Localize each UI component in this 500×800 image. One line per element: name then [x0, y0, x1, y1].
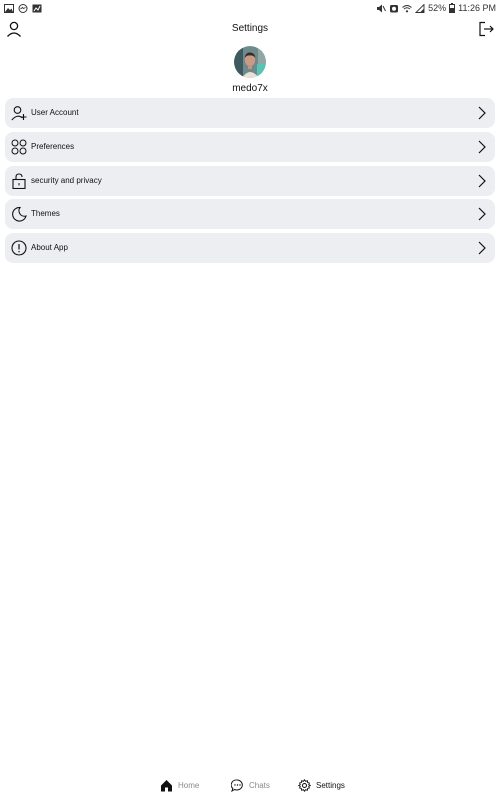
alarm-icon [390, 4, 399, 12]
menu-item-themes[interactable]: Themes [5, 199, 495, 230]
status-bar-right: 52% 11:26 PM [376, 3, 496, 13]
username: medo7x [232, 83, 268, 94]
menu-item-label: Preferences [31, 141, 75, 151]
logout-icon [479, 21, 494, 37]
gear-icon [298, 778, 311, 792]
battery-icon [449, 3, 456, 13]
chart-icon [32, 4, 42, 12]
menu-item-label: Themes [31, 209, 60, 219]
logout-button[interactable] [477, 20, 495, 38]
menu-item-label: security and privacy [31, 175, 102, 185]
chevron-right-icon [478, 106, 486, 120]
mute-icon [377, 4, 387, 12]
status-time: 11:26 PM [458, 3, 496, 13]
nav-home[interactable]: Home [160, 776, 199, 794]
home-icon [161, 779, 172, 791]
grid-circles-icon [11, 139, 27, 155]
moon-icon [12, 207, 27, 222]
menu-item-preferences[interactable]: Preferences [5, 131, 495, 162]
chevron-right-icon [478, 140, 486, 154]
wifi-icon [402, 4, 412, 12]
top-bar: Settings [0, 18, 500, 40]
settings-menu: User Account Preferences security and pr… [5, 98, 495, 267]
image-icon [4, 3, 14, 13]
chat-icon [231, 778, 243, 792]
avatar[interactable] [234, 46, 266, 78]
avatar-image [234, 46, 266, 78]
menu-item-label: About App [31, 243, 68, 253]
menu-item-security-privacy[interactable]: security and privacy [5, 165, 495, 196]
chevron-right-icon [478, 207, 486, 221]
page-title: Settings [231, 23, 269, 34]
menu-item-user-account[interactable]: User Account [5, 98, 495, 128]
chevron-right-icon [478, 241, 486, 255]
status-bar: 52% 11:26 PM [0, 0, 500, 16]
nav-chats[interactable]: Chats [231, 776, 270, 794]
nav-settings[interactable]: Settings [298, 776, 345, 794]
user-add-icon [11, 106, 27, 121]
nav-settings-label: Settings [316, 780, 345, 790]
battery-percent: 52% [428, 3, 447, 13]
menu-item-about-app[interactable]: About App [5, 233, 495, 264]
bottom-navigation: Home Chats Settings [0, 776, 500, 794]
menu-item-label: User Account [31, 108, 79, 117]
nav-home-label: Home [178, 780, 200, 790]
lock-icon [12, 173, 26, 189]
status-bar-left [4, 3, 42, 13]
info-icon [11, 240, 27, 256]
signal-icon [415, 3, 425, 13]
chevron-right-icon [478, 174, 486, 188]
messenger-icon [18, 3, 28, 13]
nav-chats-label: Chats [249, 780, 270, 790]
